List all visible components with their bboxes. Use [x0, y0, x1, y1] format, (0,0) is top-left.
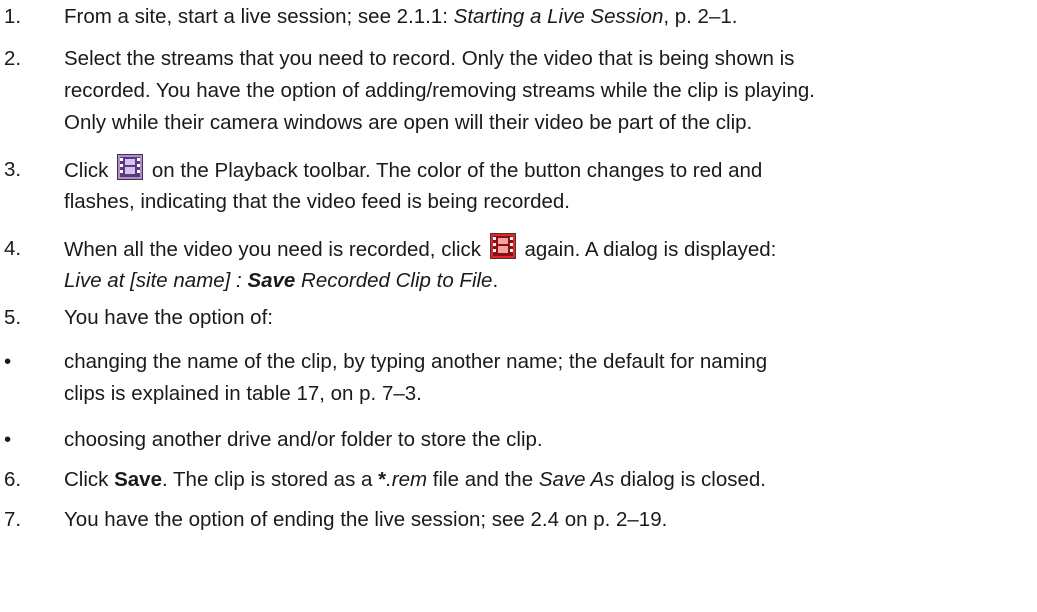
dialog-title-line: Live at [site name] : Save Recorded Clip…	[64, 265, 1024, 297]
step-number: 3.	[4, 158, 22, 181]
step-line: You have the option of:	[64, 306, 273, 329]
step-number: 1.	[4, 5, 22, 28]
step-line: flashes, indicating that the video feed …	[64, 190, 570, 213]
step-number: 2.	[4, 47, 22, 70]
bullet-line: clips is explained in table 17, on p. 7–…	[64, 382, 422, 405]
bullet-line: choosing another drive and/or folder to …	[64, 428, 543, 451]
step-text-segment: file and the	[427, 468, 539, 491]
step-text: Click on the Playback toolbar. The color…	[64, 154, 1024, 218]
punctuation: .	[492, 269, 499, 292]
bullet-text: choosing another drive and/or folder to …	[64, 424, 1024, 456]
step-intro-text: From a site, start a live session; see 2…	[64, 5, 454, 28]
record-clip-button-icon[interactable]	[117, 154, 144, 180]
page-reference: , p. 2–1.	[663, 5, 738, 28]
section-reference-link[interactable]: Starting a Live Session	[454, 5, 664, 28]
step-text: Select the streams that you need to reco…	[64, 43, 1024, 139]
step-text-segment: Click	[64, 159, 109, 182]
step-text-segment: Click	[64, 468, 115, 491]
step-line: You have the option of ending the live s…	[64, 508, 668, 531]
step-text: From a site, start a live session; see 2…	[64, 1, 1024, 33]
step-text-segment: . The clip is stored as a	[162, 468, 379, 491]
save-button-reference: Save	[114, 468, 162, 491]
step-number: 7.	[4, 508, 22, 531]
dialog-title-bold: Save	[247, 269, 296, 292]
record-clip-active-icon[interactable]	[489, 233, 516, 259]
bullet-marker: •	[4, 428, 12, 451]
bullet-line: changing the name of the clip, by typing…	[64, 350, 768, 373]
instruction-document: 1. From a site, start a live session; se…	[0, 0, 1037, 612]
bullet-marker: •	[4, 350, 12, 373]
dialog-name: Save As	[538, 468, 615, 491]
step-number: 4.	[4, 237, 22, 260]
step-text-segment: dialog is closed.	[614, 468, 766, 491]
step-text: When all the video you need is recorded,…	[64, 233, 1024, 297]
step-text: You have the option of:	[64, 302, 1024, 334]
step-text-segment: on the Playback toolbar. The color of th…	[151, 159, 763, 182]
step-text: Click Save. The clip is stored as a *.re…	[64, 464, 1024, 496]
step-line: recorded. You have the option of adding/…	[64, 79, 815, 102]
step-text-segment: again. A dialog is displayed:	[524, 238, 777, 261]
step-line: Select the streams that you need to reco…	[64, 47, 795, 70]
file-extension: .rem	[386, 468, 428, 491]
step-number: 5.	[4, 306, 22, 329]
bullet-text: changing the name of the clip, by typing…	[64, 346, 1024, 410]
step-text-segment: When all the video you need is recorded,…	[64, 238, 482, 261]
dialog-title-text: Recorded Clip to File	[295, 269, 493, 292]
dialog-title-text: Live at [site name] :	[64, 269, 248, 292]
step-text: You have the option of ending the live s…	[64, 504, 1024, 536]
step-line: Only while their camera windows are open…	[64, 111, 753, 134]
wildcard-symbol: *	[378, 468, 387, 491]
step-number: 6.	[4, 468, 22, 491]
